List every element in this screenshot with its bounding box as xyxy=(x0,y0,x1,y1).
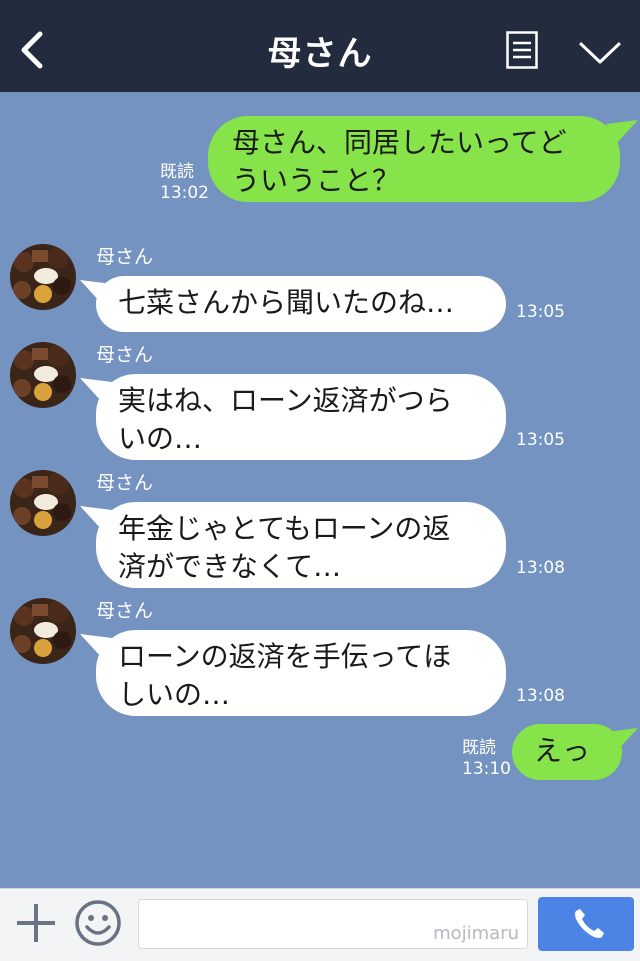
message-time: 13:08 xyxy=(516,686,565,706)
message-time: 13:02 xyxy=(160,183,209,203)
avatar[interactable] xyxy=(10,470,76,536)
message-time: 13:05 xyxy=(516,302,565,322)
chevron-down-icon[interactable] xyxy=(578,40,622,66)
message-line: 年金じゃとてもローンの返 xyxy=(118,512,451,545)
chat-area[interactable]: 既読 13:02 母さん、同居したいってど ういうこと？ 母さん 七菜さんから聞… xyxy=(0,92,640,888)
message-line: 済ができなくて… xyxy=(118,550,342,583)
input-bar: mojimaru xyxy=(0,888,640,961)
message-line: 母さん、同居したいってど xyxy=(232,126,567,159)
message-line: 七菜さんから聞いたのね… xyxy=(118,286,455,319)
avatar[interactable] xyxy=(10,342,76,408)
read-status: 既読 xyxy=(160,162,194,182)
sender-name: 母さん xyxy=(96,600,154,622)
incoming-message-bubble[interactable]: 実はね、ローン返済がつら いの… xyxy=(96,374,506,460)
incoming-message-bubble[interactable]: 年金じゃとてもローンの返 済ができなくて… xyxy=(96,502,506,588)
message-meta: 既読 13:10 xyxy=(462,738,511,780)
bubble-tail xyxy=(80,280,112,304)
avatar[interactable] xyxy=(10,598,76,664)
message-time: 13:08 xyxy=(516,558,565,578)
message-line: しいの… xyxy=(118,678,231,711)
message-line: ローンの返済を手伝ってほ xyxy=(118,640,452,673)
sender-name: 母さん xyxy=(96,344,154,366)
incoming-message-bubble[interactable]: ローンの返済を手伝ってほ しいの… xyxy=(96,630,506,716)
message-time: 13:05 xyxy=(516,430,565,450)
chat-header: 母さん xyxy=(0,0,640,92)
outgoing-message-bubble[interactable]: 母さん、同居したいってど ういうこと？ xyxy=(208,116,620,202)
note-icon[interactable] xyxy=(506,31,538,69)
bubble-tail xyxy=(80,378,112,402)
read-status: 既読 xyxy=(462,738,496,758)
phone-icon xyxy=(575,909,604,938)
message-input[interactable]: mojimaru xyxy=(138,899,528,949)
call-button[interactable] xyxy=(538,897,634,951)
page-title: 母さん xyxy=(267,34,373,74)
message-time: 13:10 xyxy=(462,759,511,779)
bubble-tail xyxy=(606,728,638,752)
bubble-tail xyxy=(80,506,112,530)
plus-icon[interactable] xyxy=(14,901,58,945)
avatar[interactable] xyxy=(10,244,76,310)
sender-name: 母さん xyxy=(96,472,154,494)
message-meta: 既読 13:02 xyxy=(160,162,209,204)
message-line: いの… xyxy=(118,422,203,455)
sender-name: 母さん xyxy=(96,246,154,268)
smile-icon[interactable] xyxy=(74,899,122,947)
message-line: 実はね、ローン返済がつら xyxy=(118,384,453,417)
message-line: ういうこと？ xyxy=(232,164,401,197)
bubble-tail xyxy=(606,120,638,144)
bubble-tail xyxy=(80,634,112,658)
incoming-message-bubble[interactable]: 七菜さんから聞いたのね… xyxy=(96,276,506,332)
watermark-text: mojimaru xyxy=(433,923,519,944)
